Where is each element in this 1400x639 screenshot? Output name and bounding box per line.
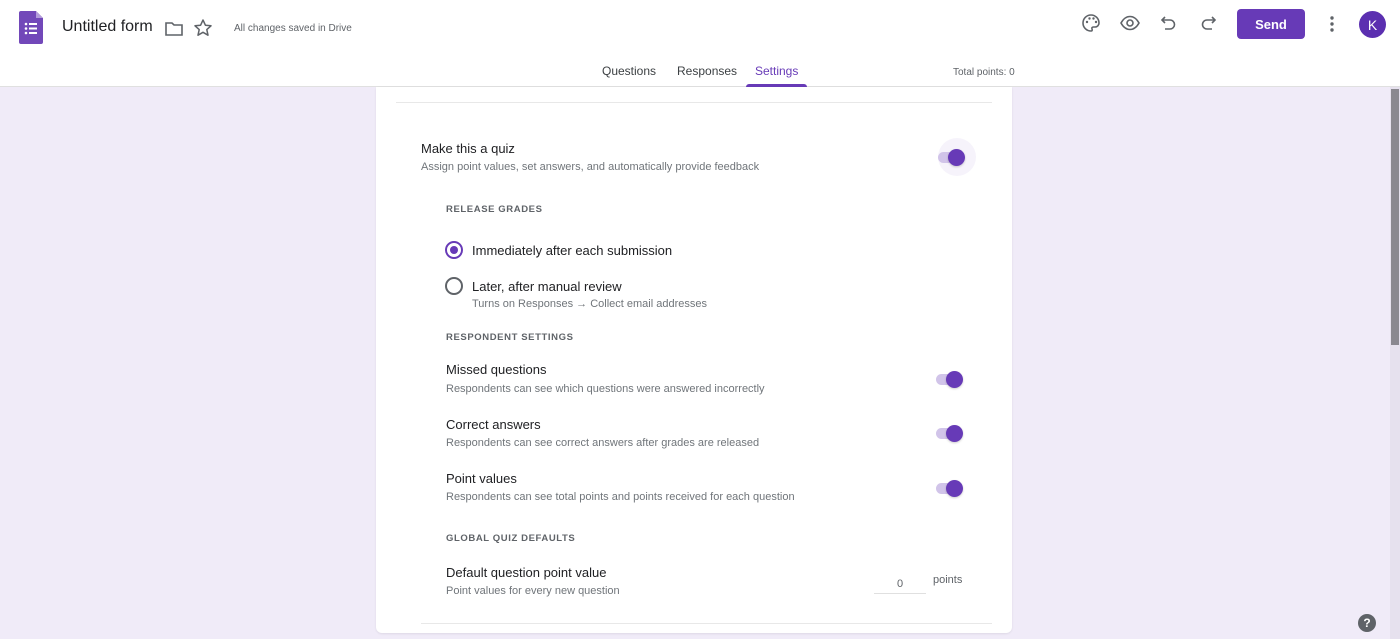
missed-questions-title: Missed questions	[446, 362, 547, 377]
redo-icon[interactable]	[1197, 12, 1219, 34]
tab-responses[interactable]: Responses	[677, 64, 737, 78]
quiz-title: Make this a quiz	[421, 141, 515, 156]
palette-icon[interactable]	[1080, 12, 1102, 34]
missed-questions-sub: Respondents can see which questions were…	[446, 383, 765, 395]
release-grades-label: RELEASE GRADES	[446, 204, 543, 215]
page-scrollbar[interactable]	[1390, 87, 1400, 639]
correct-answers-sub: Respondents can see correct answers afte…	[446, 437, 760, 449]
global-defaults-label: GLOBAL QUIZ DEFAULTS	[446, 533, 576, 544]
app-header: Untitled form All changes saved in Drive…	[0, 0, 1400, 87]
avatar[interactable]: K	[1359, 11, 1386, 38]
toggle-thumb	[946, 480, 963, 497]
default-points-input[interactable]	[874, 574, 926, 594]
divider	[421, 623, 992, 624]
radio-later-sub: Turns on Responses → Collect email addre…	[472, 298, 707, 310]
point-values-toggle[interactable]	[932, 478, 968, 498]
toggle-thumb	[946, 425, 963, 442]
scrollbar-thumb[interactable]	[1391, 89, 1399, 345]
quiz-subtitle: Assign point values, set answers, and au…	[421, 161, 760, 173]
default-point-title: Default question point value	[446, 565, 607, 580]
radio-immediately-label[interactable]: Immediately after each submission	[472, 243, 672, 258]
quiz-settings-card: Make this a quiz Assign point values, se…	[376, 87, 1012, 633]
tab-bar: Questions Responses Settings Total point…	[0, 58, 1400, 87]
send-button[interactable]: Send	[1237, 9, 1305, 39]
radio-immediately[interactable]	[445, 241, 463, 259]
folder-icon[interactable]	[164, 19, 184, 39]
tab-settings[interactable]: Settings	[755, 64, 798, 78]
point-values-title: Point values	[446, 471, 517, 486]
missed-questions-toggle[interactable]	[932, 369, 968, 389]
undo-icon[interactable]	[1158, 12, 1180, 34]
save-status: All changes saved in Drive	[234, 23, 352, 34]
preview-eye-icon[interactable]	[1119, 12, 1141, 34]
correct-answers-title: Correct answers	[446, 417, 541, 432]
toggle-thumb	[948, 149, 965, 166]
point-values-sub: Respondents can see total points and poi…	[446, 491, 795, 503]
total-points: Total points: 0	[953, 67, 1015, 78]
radio-later-label[interactable]: Later, after manual review	[472, 279, 622, 294]
divider	[396, 102, 992, 103]
points-unit-label: points	[933, 574, 963, 586]
more-vert-icon[interactable]	[1321, 13, 1343, 35]
default-point-sub: Point values for every new question	[446, 585, 620, 597]
toggle-thumb	[946, 371, 963, 388]
respondent-settings-label: RESPONDENT SETTINGS	[446, 332, 574, 343]
tab-questions[interactable]: Questions	[602, 64, 656, 78]
radio-later[interactable]	[445, 277, 463, 295]
forms-logo-icon[interactable]	[19, 11, 43, 44]
star-icon[interactable]	[193, 18, 213, 38]
form-title[interactable]: Untitled form	[62, 18, 153, 36]
help-icon[interactable]: ?	[1358, 614, 1376, 632]
make-quiz-toggle[interactable]	[934, 138, 976, 176]
correct-answers-toggle[interactable]	[932, 423, 968, 443]
